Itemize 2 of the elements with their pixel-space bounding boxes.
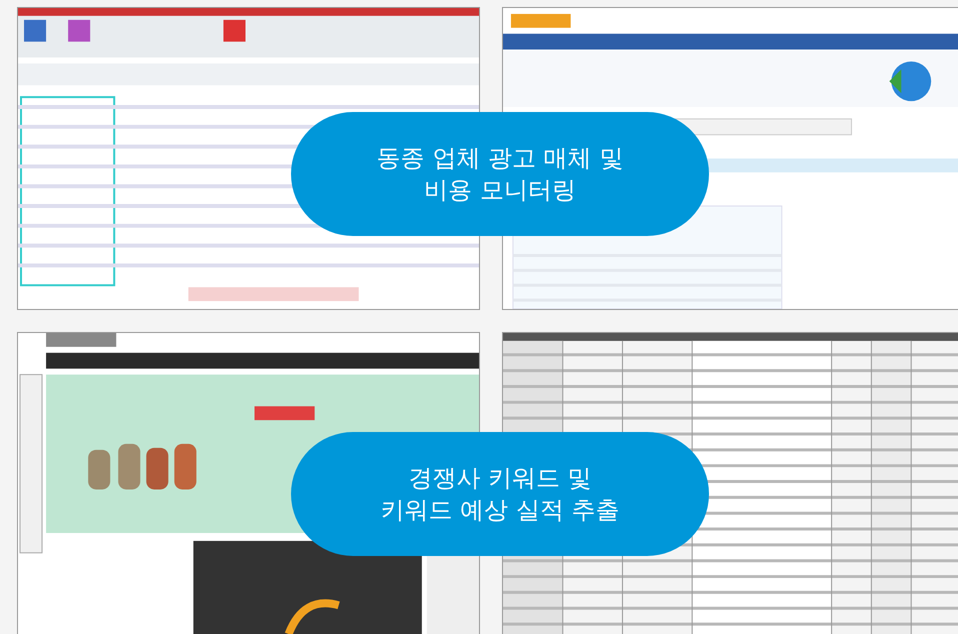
caption-text: 동종 업체 광고 매체 및 비용 모니터링: [376, 143, 624, 206]
caption-text: 경쟁사 키워드 및 키워드 예상 실적 추출: [380, 463, 620, 526]
